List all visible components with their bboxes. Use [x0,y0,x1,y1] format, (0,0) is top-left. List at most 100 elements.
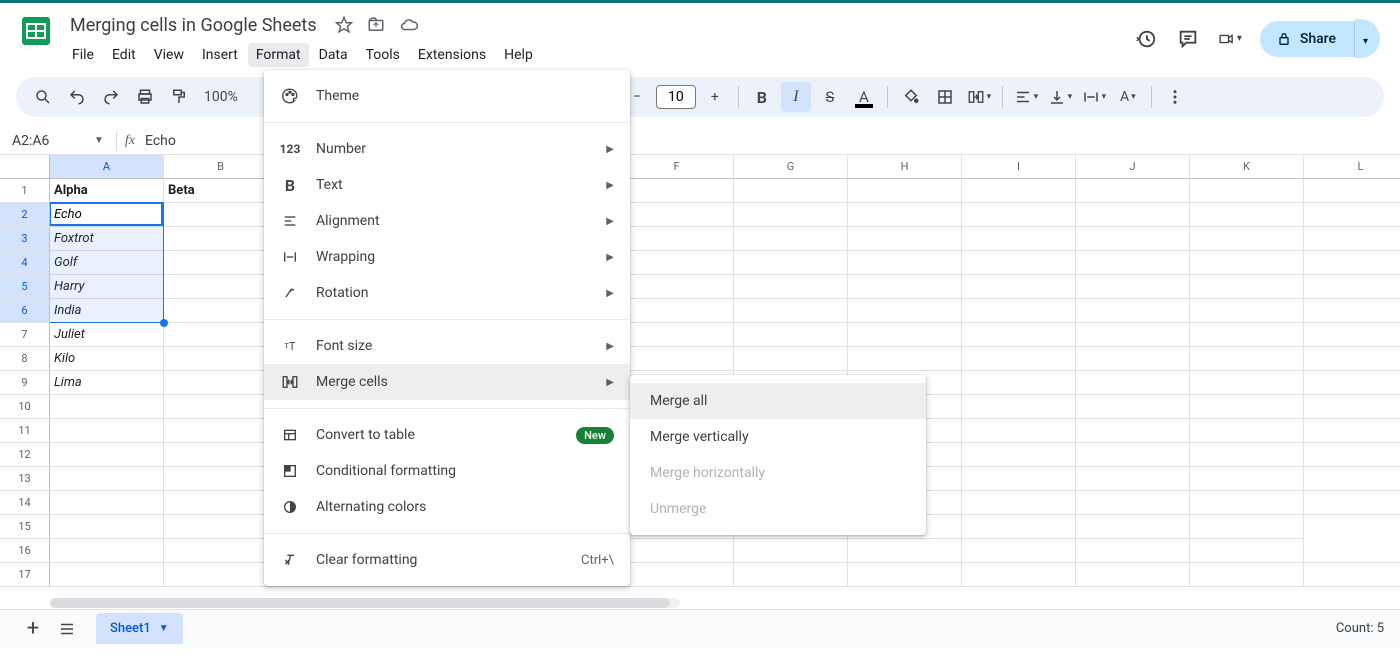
cell[interactable] [848,275,962,299]
cell[interactable] [1304,179,1400,203]
cell[interactable] [50,515,164,539]
cell[interactable] [734,347,848,371]
cell[interactable] [962,371,1076,395]
cell[interactable] [1304,371,1400,395]
cell[interactable] [848,299,962,323]
cell[interactable] [962,323,1076,347]
comment-icon[interactable] [1176,27,1200,51]
cell[interactable] [962,203,1076,227]
cell[interactable] [620,347,734,371]
cell[interactable] [1190,347,1304,371]
col-header[interactable]: G [734,155,848,179]
cell[interactable] [620,179,734,203]
row-header[interactable]: 9 [0,371,50,395]
strikethrough-button[interactable]: S [815,82,845,112]
menu-help[interactable]: Help [496,43,541,67]
cell[interactable] [1076,275,1190,299]
row-header[interactable]: 16 [0,539,50,563]
cell[interactable] [1076,227,1190,251]
menu-text[interactable]: B Text ▶ [264,167,630,203]
cell[interactable] [962,275,1076,299]
cell[interactable] [1190,251,1304,275]
borders-button[interactable] [930,82,960,112]
cell[interactable] [1190,419,1304,443]
cell[interactable] [962,563,1076,587]
cell[interactable] [620,323,734,347]
cell[interactable] [962,515,1076,539]
row-header[interactable]: 6 [0,299,50,323]
star-icon[interactable] [335,16,353,34]
cell[interactable] [848,203,962,227]
horizontal-scrollbar[interactable] [50,597,1400,609]
menu-format[interactable]: Format [248,43,309,67]
history-icon[interactable] [1134,27,1158,51]
menu-view[interactable]: View [146,43,192,67]
cell[interactable] [1304,299,1400,323]
font-size-inc[interactable]: + [700,82,730,112]
cell[interactable] [1190,371,1304,395]
cell[interactable] [1190,515,1304,539]
menu-edit[interactable]: Edit [104,43,144,67]
cell[interactable] [1304,275,1400,299]
cell[interactable] [962,179,1076,203]
cell[interactable] [164,491,278,515]
cell[interactable] [1190,323,1304,347]
menu-conditional[interactable]: Conditional formatting [264,453,630,489]
menu-fontsize[interactable]: тT Font size ▶ [264,328,630,364]
cell[interactable] [1190,467,1304,491]
menu-insert[interactable]: Insert [194,43,246,67]
cell[interactable] [1304,467,1400,491]
cell[interactable] [620,299,734,323]
cell[interactable] [164,419,278,443]
all-sheets-button[interactable] [50,612,84,646]
cell[interactable] [620,251,734,275]
cell[interactable]: Alpha [50,179,164,203]
cell[interactable] [848,347,962,371]
menu-alignment[interactable]: Alignment ▶ [264,203,630,239]
menu-wrapping[interactable]: Wrapping ▶ [264,239,630,275]
cell[interactable] [50,539,164,563]
menu-theme[interactable]: Theme [264,78,630,114]
menu-alternating[interactable]: Alternating colors [264,489,630,525]
cell[interactable] [1076,371,1190,395]
cell[interactable] [1076,491,1190,515]
menu-file[interactable]: File [64,43,102,67]
row-header[interactable]: 15 [0,515,50,539]
cell[interactable] [164,395,278,419]
cell[interactable] [1190,539,1304,563]
cell[interactable] [962,227,1076,251]
col-header[interactable]: K [1190,155,1304,179]
cell[interactable] [1076,347,1190,371]
row-header[interactable]: 5 [0,275,50,299]
cell[interactable]: Harry [50,275,164,299]
sheet-tab[interactable]: Sheet1 ▼ [96,613,183,644]
row-header[interactable]: 17 [0,563,50,587]
cell[interactable] [962,443,1076,467]
cell[interactable] [1190,275,1304,299]
meet-button[interactable]: ▾ [1218,27,1242,51]
cell[interactable]: Lima [50,371,164,395]
cell[interactable] [1076,539,1190,563]
cell[interactable] [1304,443,1400,467]
cell[interactable] [50,203,164,227]
row-header[interactable]: 1 [0,179,50,203]
row-header[interactable]: 8 [0,347,50,371]
cell[interactable] [1190,299,1304,323]
cell[interactable] [1190,395,1304,419]
cell[interactable] [1304,419,1400,443]
move-icon[interactable] [367,16,385,34]
cell[interactable] [962,395,1076,419]
cell[interactable] [164,515,278,539]
menu-convert-table[interactable]: Convert to table New [264,417,630,453]
cell[interactable] [1190,179,1304,203]
cell[interactable] [1304,539,1400,563]
menu-rotation[interactable]: Rotation ▶ [264,275,630,311]
cell[interactable] [1304,491,1400,515]
cell[interactable] [1190,563,1304,587]
cell[interactable] [1304,251,1400,275]
cell[interactable] [848,227,962,251]
cell[interactable] [50,563,164,587]
cell[interactable] [50,467,164,491]
bold-button[interactable]: B [747,82,777,112]
menu-number[interactable]: 123 Number ▶ [264,131,630,167]
